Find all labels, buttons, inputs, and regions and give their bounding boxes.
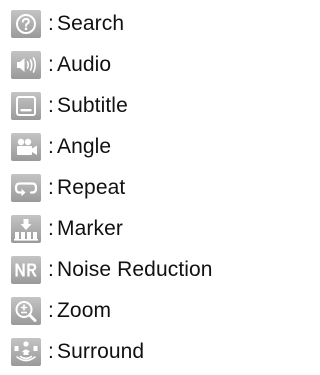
legend-separator: : (48, 11, 54, 35)
angle-icon (11, 132, 41, 161)
legend-item-repeat: : Repeat (11, 167, 273, 208)
legend-label-zoom: Zoom (57, 298, 112, 322)
legend-item-audio: : Audio (11, 44, 273, 85)
subtitle-icon (11, 91, 41, 120)
zoom-icon (11, 296, 41, 325)
legend-label-angle: Angle (57, 134, 112, 158)
legend-label-audio: Audio (57, 52, 112, 76)
legend-label-subtitle: Subtitle (57, 93, 128, 117)
legend-separator: : (48, 134, 54, 158)
icon-legend: : Search : Audio : Subtitle: Angle: Re… (11, 3, 273, 372)
marker-icon (11, 214, 41, 243)
legend-label-surround: Surround (57, 339, 145, 363)
legend-label-search: Search (57, 11, 125, 35)
legend-item-angle: : Angle (11, 126, 273, 167)
legend-label-marker: Marker (57, 216, 123, 240)
legend-item-surround: : Surround (11, 331, 273, 372)
legend-separator: : (48, 339, 54, 363)
audio-icon (11, 50, 41, 79)
legend-item-subtitle: : Subtitle (11, 85, 273, 126)
legend-label-repeat: Repeat (57, 175, 126, 199)
legend-item-search: : Search (11, 3, 273, 44)
search-icon (11, 9, 41, 38)
legend-separator: : (48, 257, 54, 281)
legend-separator: : (48, 216, 54, 240)
legend-separator: : (48, 93, 54, 117)
noise-reduction-icon (11, 255, 41, 284)
legend-item-noise-reduction: : Noise Reduction (11, 249, 273, 290)
legend-separator: : (48, 175, 54, 199)
legend-separator: : (48, 52, 54, 76)
legend-item-marker: : Marker (11, 208, 273, 249)
surround-icon (11, 337, 41, 366)
legend-label-noise-reduction: Noise Reduction (57, 257, 213, 281)
legend-item-zoom: : Zoom (11, 290, 273, 331)
repeat-icon (11, 173, 41, 202)
legend-separator: : (48, 298, 54, 322)
